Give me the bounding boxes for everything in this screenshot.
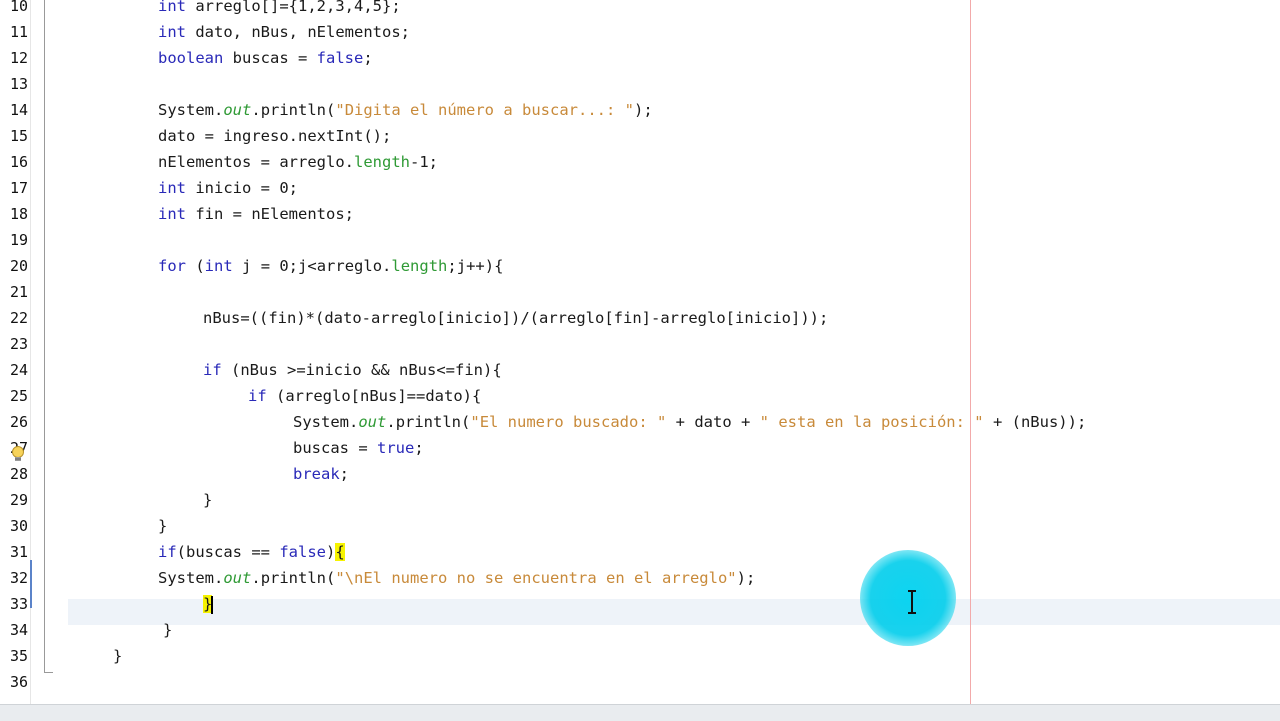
- code-line[interactable]: nBus=((fin)*(dato-arreglo[inicio])/(arre…: [203, 305, 828, 331]
- code-line[interactable]: if (nBus >=inicio && nBus<=fin){: [203, 357, 502, 383]
- line-number: 19: [9, 231, 28, 249]
- line-number: 36: [9, 673, 28, 691]
- code-line[interactable]: int fin = nElementos;: [158, 201, 354, 227]
- code-line[interactable]: nElementos = arreglo.length-1;: [158, 149, 438, 175]
- line-number: 29: [9, 491, 28, 509]
- line-number: 10: [9, 0, 28, 15]
- code-line[interactable]: int arreglo[]={1,2,3,4,5};: [158, 0, 401, 19]
- code-line[interactable]: if(buscas == false){: [158, 539, 345, 565]
- line-number-gutter: 1011121314151617181920212223242526272829…: [0, 0, 31, 704]
- code-line[interactable]: boolean buscas = false;: [158, 45, 373, 71]
- fold-margin: [30, 0, 70, 704]
- line-number: 33: [9, 595, 28, 613]
- line-number: 30: [9, 517, 28, 535]
- line-number: 16: [9, 153, 28, 171]
- line-number: 23: [9, 335, 28, 353]
- line-number: 12: [9, 49, 28, 67]
- line-number: 15: [9, 127, 28, 145]
- line-number: 17: [9, 179, 28, 197]
- code-line[interactable]: if (arreglo[nBus]==dato){: [248, 383, 481, 409]
- line-number: 34: [9, 621, 28, 639]
- line-number: 26: [9, 413, 28, 431]
- status-strip: [0, 704, 1280, 721]
- code-line[interactable]: int inicio = 0;: [158, 175, 298, 201]
- code-line[interactable]: break;: [293, 461, 349, 487]
- code-line[interactable]: System.out.println("Digita el número a b…: [158, 97, 653, 123]
- code-area[interactable]: int arreglo[]={1,2,3,4,5}; int dato, nBus…: [70, 0, 1280, 704]
- line-number: 24: [9, 361, 28, 379]
- code-line[interactable]: }: [158, 513, 167, 539]
- text-caret: [211, 595, 214, 614]
- fold-guide-method: [44, 0, 53, 673]
- line-number: 11: [9, 23, 28, 41]
- i-beam-cursor-icon: [908, 590, 916, 614]
- lightbulb-hint-icon[interactable]: [10, 445, 26, 463]
- line-number: 13: [9, 75, 28, 93]
- code-line[interactable]: int dato, nBus, nElementos;: [158, 19, 410, 45]
- code-line[interactable]: }: [113, 643, 122, 669]
- code-line[interactable]: }: [203, 591, 214, 617]
- line-number: 28: [9, 465, 28, 483]
- code-line[interactable]: }: [163, 617, 172, 643]
- code-line[interactable]: System.out.println("\nEl numero no se en…: [158, 565, 755, 591]
- code-line[interactable]: dato = ingreso.nextInt();: [158, 123, 391, 149]
- line-number: 25: [9, 387, 28, 405]
- line-number: 14: [9, 101, 28, 119]
- line-number: 20: [9, 257, 28, 275]
- line-number: 18: [9, 205, 28, 223]
- code-line[interactable]: buscas = true;: [293, 435, 424, 461]
- code-editor[interactable]: 1011121314151617181920212223242526272829…: [0, 0, 1280, 704]
- line-number: 21: [9, 283, 28, 301]
- code-line[interactable]: for (int j = 0;j<arreglo.length;j++){: [158, 253, 503, 279]
- code-line[interactable]: System.out.println("El numero buscado: "…: [293, 409, 1086, 435]
- code-line[interactable]: }: [203, 487, 212, 513]
- line-number: 35: [9, 647, 28, 665]
- line-number: 32: [9, 569, 28, 587]
- line-number: 31: [9, 543, 28, 561]
- changed-lines-marker: [30, 560, 32, 608]
- line-number: 22: [9, 309, 28, 327]
